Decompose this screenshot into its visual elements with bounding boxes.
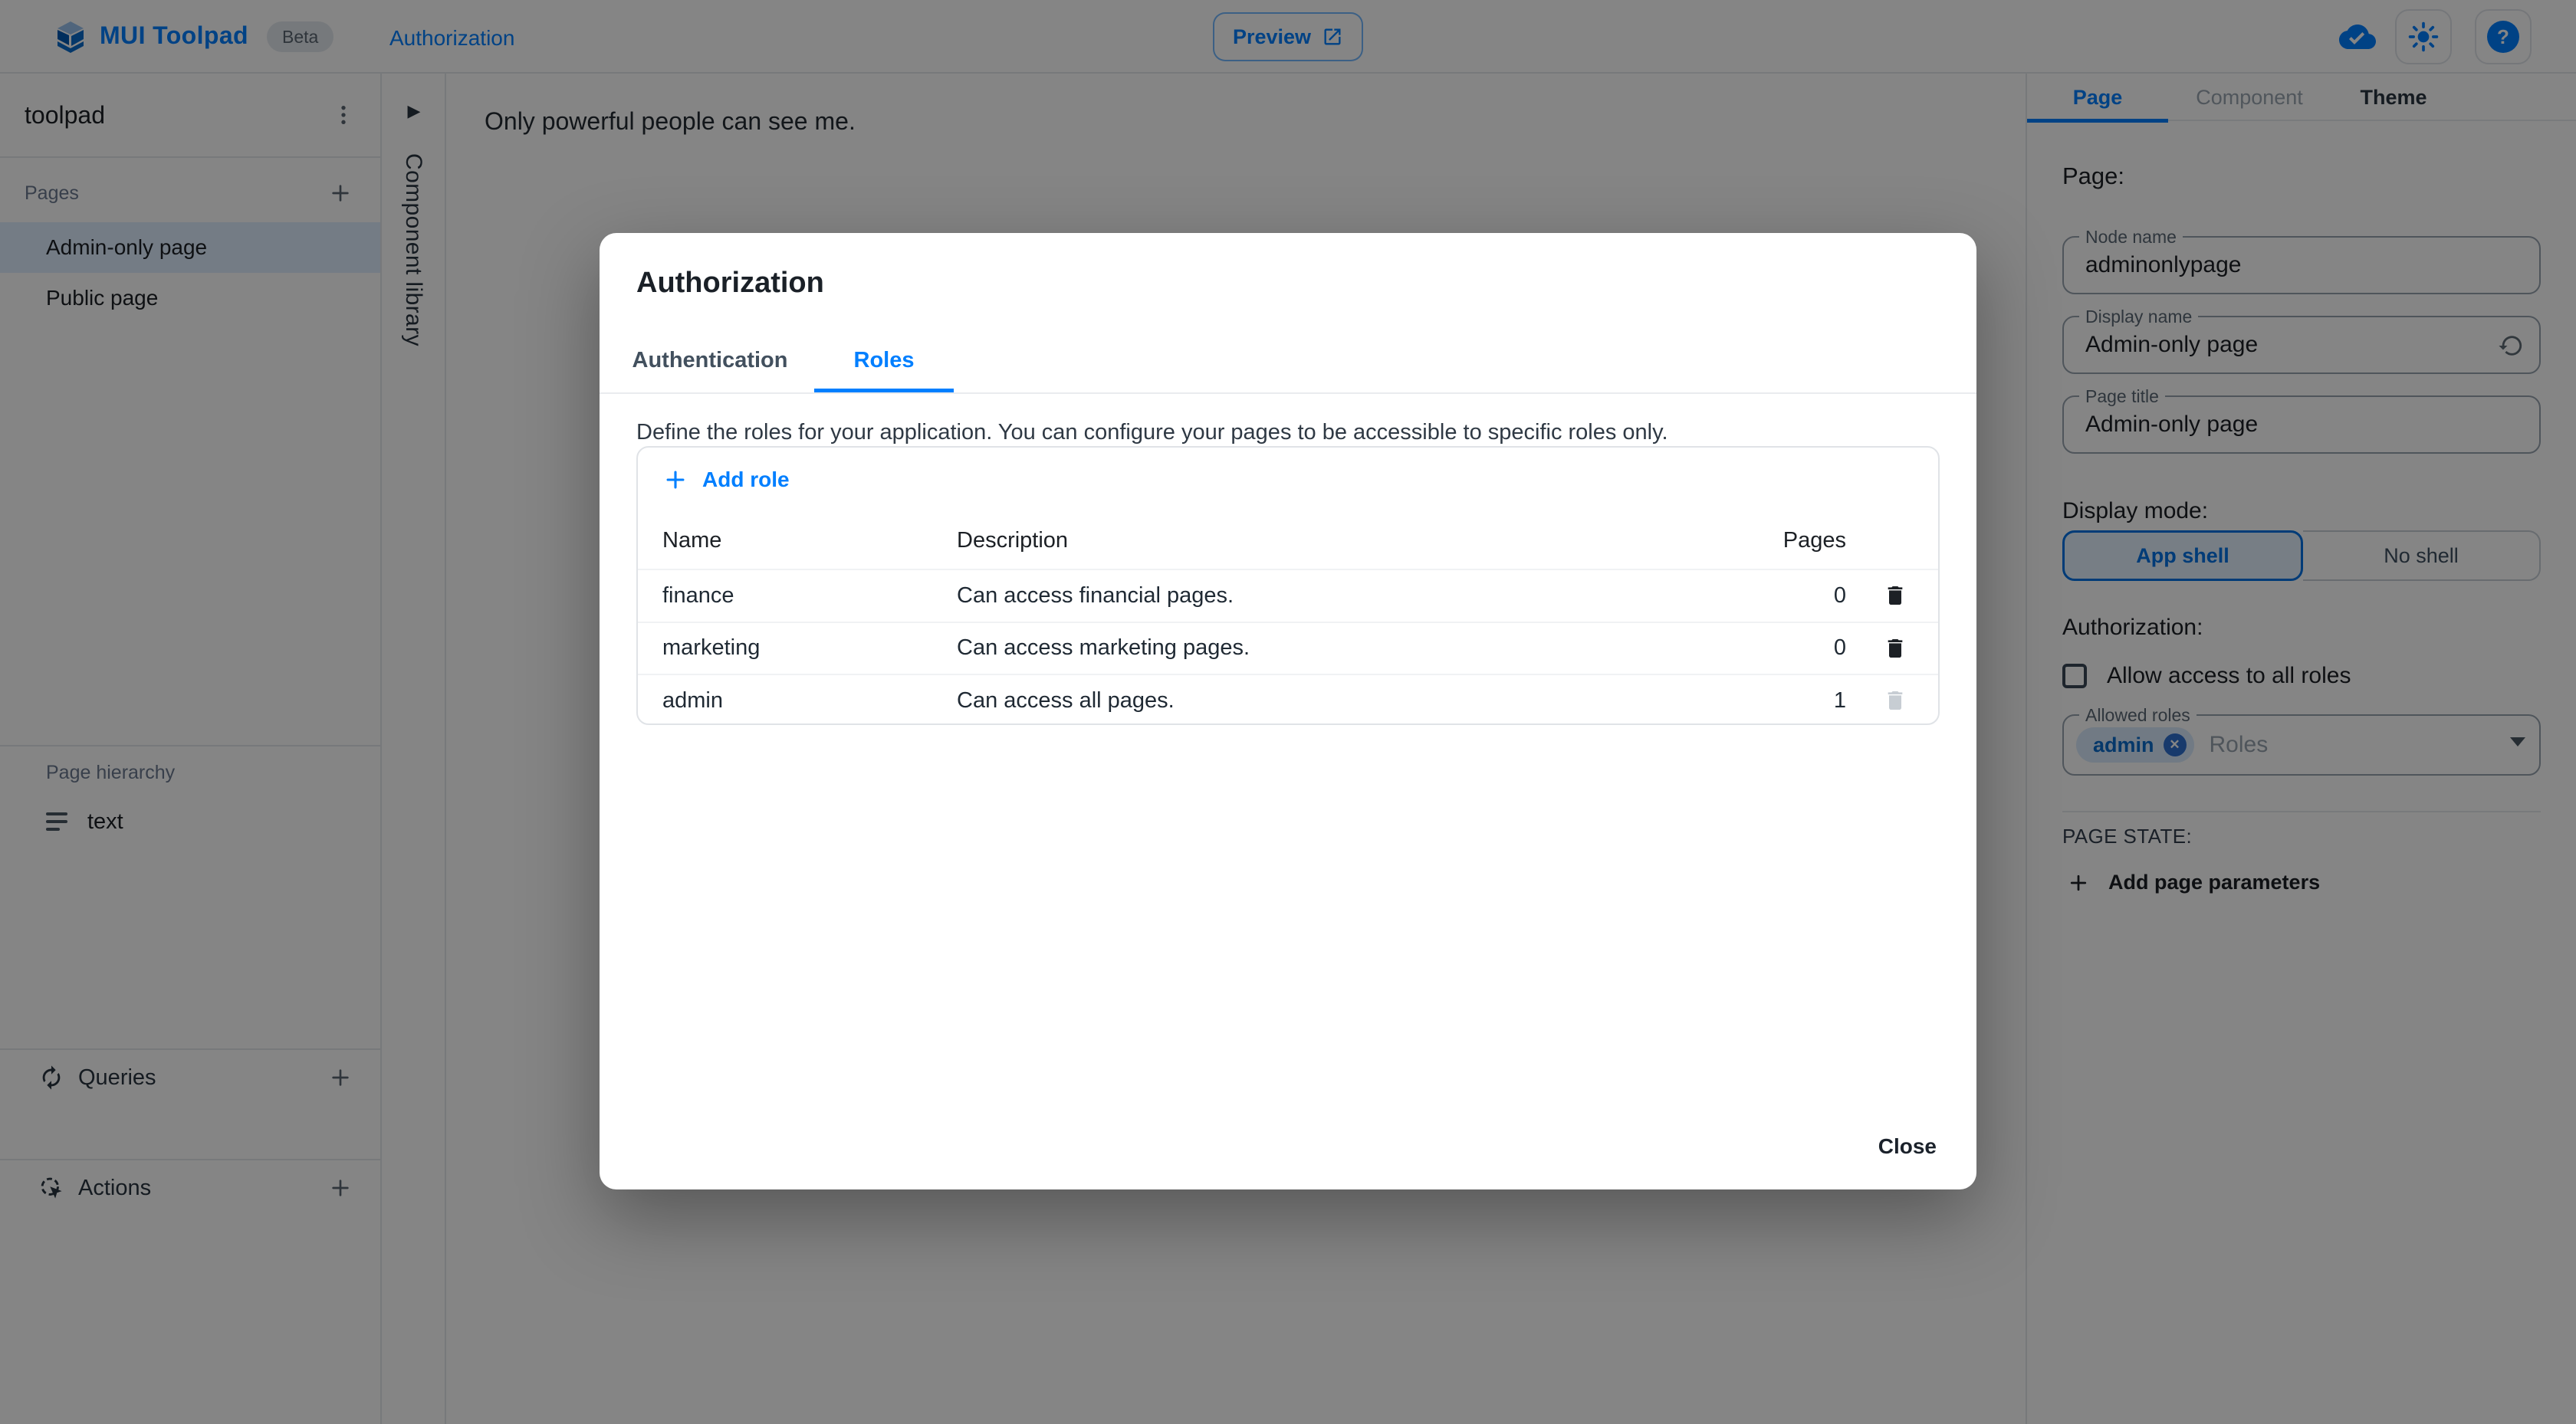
trash-icon xyxy=(1888,586,1903,605)
role-name: admin xyxy=(662,687,723,713)
table-row[interactable]: finance Can access financial pages. 0 xyxy=(638,569,1938,622)
toolpad-editor: MUI Toolpad Beta Authorization Preview ?… xyxy=(0,0,2576,1424)
role-description: Can access financial pages. xyxy=(957,582,1234,608)
tab-roles[interactable]: Roles xyxy=(814,328,954,392)
column-header-name[interactable]: Name xyxy=(662,528,957,553)
dialog-title: Authorization xyxy=(636,267,824,299)
role-pages-count: 0 xyxy=(1833,635,1846,661)
roles-table: Add role Name Description Pages finance … xyxy=(636,446,1940,725)
table-row[interactable]: admin Can access all pages. 1 xyxy=(638,674,1938,723)
tab-authentication[interactable]: Authentication xyxy=(606,328,814,392)
role-pages-count: 0 xyxy=(1833,582,1846,608)
plus-icon xyxy=(666,471,685,489)
table-header-row: Name Description Pages xyxy=(638,512,1938,569)
column-header-description[interactable]: Description xyxy=(957,528,1714,553)
close-button[interactable]: Close xyxy=(1863,1122,1952,1171)
delete-role-button[interactable] xyxy=(1883,636,1907,661)
roles-description: Define the roles for your application. Y… xyxy=(636,420,1668,445)
authorization-dialog: Authorization Authentication Roles Defin… xyxy=(600,233,1976,1189)
table-row[interactable]: marketing Can access marketing pages. 0 xyxy=(638,621,1938,674)
delete-role-button[interactable] xyxy=(1883,583,1907,608)
column-header-pages[interactable]: Pages xyxy=(1714,528,1852,553)
role-description: Can access marketing pages. xyxy=(957,635,1250,661)
role-pages-count: 1 xyxy=(1833,687,1846,713)
roles-toolbar: Add role xyxy=(638,448,1938,512)
add-role-label: Add role xyxy=(702,468,790,491)
dialog-tabs: Authentication Roles xyxy=(606,328,954,392)
role-name: finance xyxy=(662,582,734,608)
delete-role-button-disabled xyxy=(1883,688,1907,713)
trash-icon xyxy=(1888,691,1903,710)
divider xyxy=(600,392,1976,394)
trash-icon xyxy=(1888,638,1903,658)
role-description: Can access all pages. xyxy=(957,687,1175,713)
add-role-button[interactable]: Add role xyxy=(662,467,790,493)
role-name: marketing xyxy=(662,635,761,661)
